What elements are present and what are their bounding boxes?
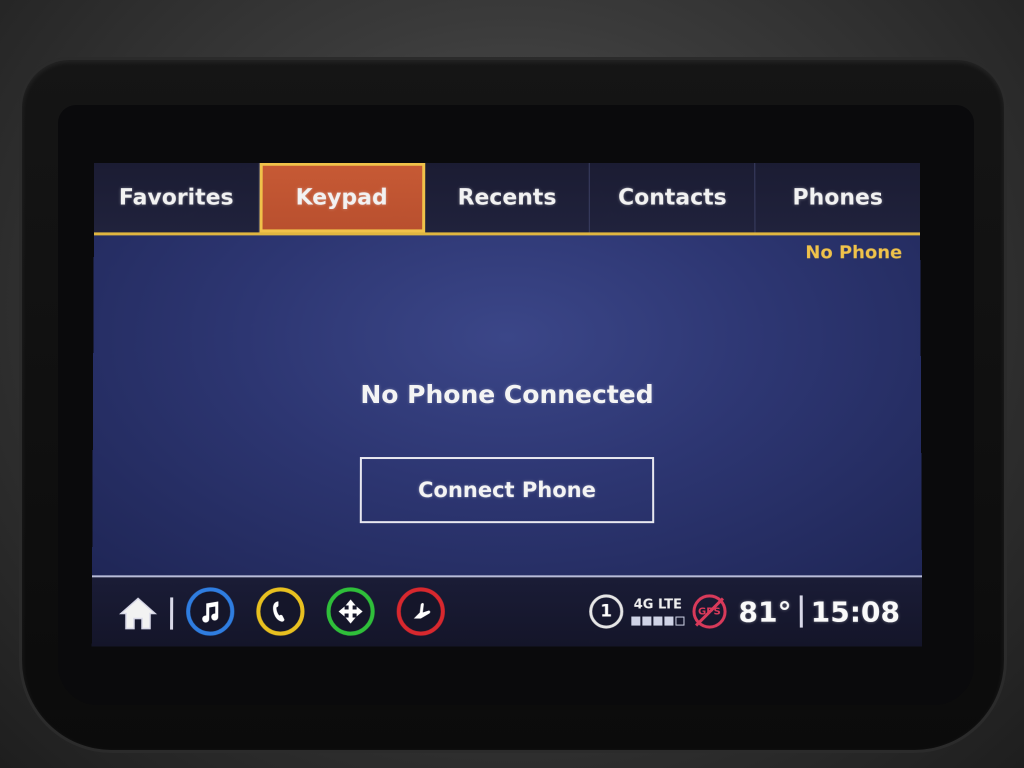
phone-icon <box>268 598 292 624</box>
status-indicators: 1 4G LTE GPS 81° 15:08 <box>589 585 900 637</box>
home-icon[interactable] <box>118 595 158 631</box>
tab-phones[interactable]: Phones <box>755 163 920 233</box>
home-divider <box>170 597 173 629</box>
outside-temperature: 81° <box>738 595 791 628</box>
tab-favorites[interactable]: Favorites <box>94 163 260 233</box>
tab-recents[interactable]: Recents <box>425 163 590 233</box>
seat-icon <box>408 598 434 624</box>
nav-arrows-icon <box>337 597 365 625</box>
notification-count-icon[interactable]: 1 <box>589 594 623 628</box>
infotainment-screen: Favorites Keypad Recents Contacts Phones… <box>92 163 923 647</box>
phone-status-label: No Phone <box>805 242 902 263</box>
network-signal: 4G LTE <box>631 597 684 625</box>
music-note-icon <box>197 598 223 624</box>
phone-main-area: No Phone Connected Connect Phone <box>92 235 922 575</box>
tab-contacts[interactable]: Contacts <box>590 163 756 233</box>
no-phone-connected-message: No Phone Connected <box>93 380 921 409</box>
clock[interactable]: 15:08 <box>811 595 901 628</box>
tab-keypad[interactable]: Keypad <box>259 163 425 233</box>
navigation-app-button[interactable] <box>326 587 374 635</box>
settings-app-button[interactable] <box>397 587 445 635</box>
bottom-status-bar: 1 4G LTE GPS 81° 15:08 <box>92 577 923 646</box>
audio-app-button[interactable] <box>186 587 234 635</box>
phone-tab-bar: Favorites Keypad Recents Contacts Phones <box>94 163 920 236</box>
signal-bars-icon <box>631 617 684 626</box>
phone-app-button[interactable] <box>256 587 304 635</box>
network-type-label: 4G LTE <box>634 597 682 613</box>
connect-phone-button[interactable]: Connect Phone <box>360 457 654 523</box>
clock-divider <box>800 595 803 627</box>
gps-unavailable-icon: GPS <box>692 594 726 628</box>
